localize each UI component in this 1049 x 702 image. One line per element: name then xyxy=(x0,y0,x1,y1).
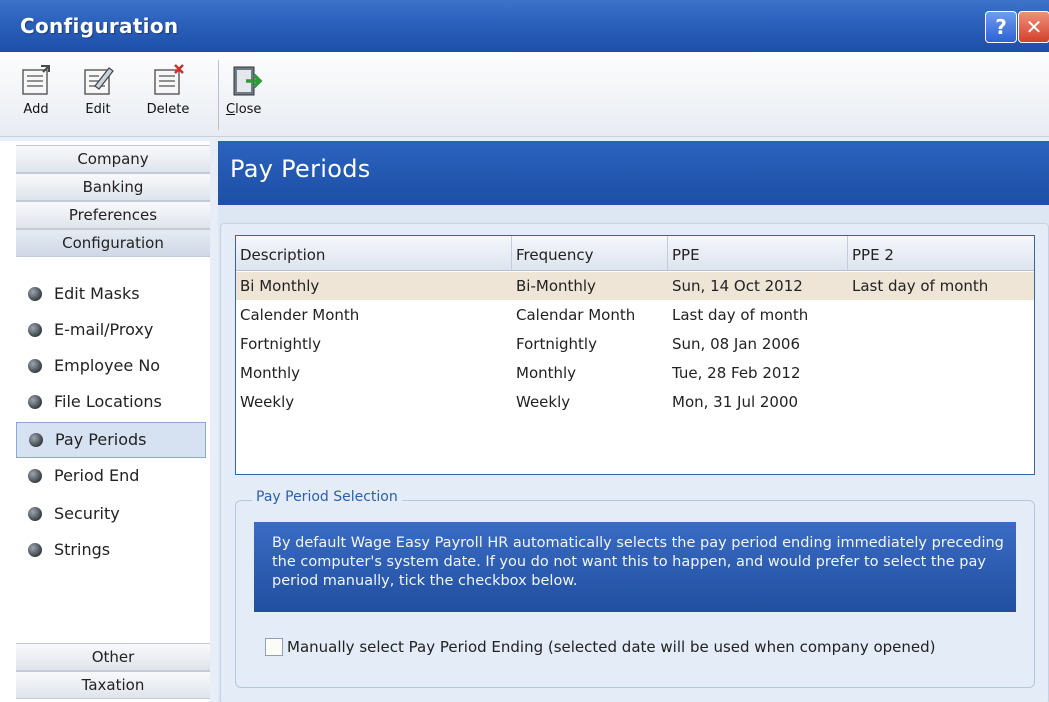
manual-select-checkbox[interactable] xyxy=(265,638,283,656)
nav-item-edit-masks[interactable]: Edit Masks xyxy=(16,277,204,311)
bullet-icon xyxy=(28,287,42,301)
cell-ppe-2: Last day of month xyxy=(852,277,989,295)
nav-item-pay-periods[interactable]: Pay Periods xyxy=(16,422,206,458)
bullet-icon xyxy=(28,323,42,337)
nav-item-strings[interactable]: Strings xyxy=(16,533,204,567)
bullet-icon xyxy=(28,543,42,557)
bullet-icon xyxy=(28,469,42,483)
nav-header-company[interactable]: Company xyxy=(16,145,210,173)
cell-description: Bi Monthly xyxy=(240,277,320,295)
cell-frequency: Calendar Month xyxy=(516,306,636,324)
cell-ppe-2 xyxy=(848,359,1038,387)
exit-door-icon xyxy=(233,66,263,96)
nav-item-label: Employee No xyxy=(54,356,161,375)
table-row[interactable]: Calender Month Calendar Month Last day o… xyxy=(236,301,1034,329)
cell-description: Weekly xyxy=(240,393,295,411)
nav-item-label: File Locations xyxy=(54,392,162,411)
cell-ppe-2 xyxy=(848,388,1038,416)
column-header-ppe[interactable]: PPE xyxy=(668,236,848,270)
cell-ppe: Sun, 08 Jan 2006 xyxy=(672,335,800,353)
page-title: Pay Periods xyxy=(230,155,371,183)
nav-header-configuration[interactable]: Configuration xyxy=(16,229,210,257)
cell-description: Fortnightly xyxy=(240,335,321,353)
edit-label: Edit xyxy=(85,102,111,117)
nav-header-taxation[interactable]: Taxation xyxy=(16,671,210,699)
checkbox-label[interactable]: Manually select Pay Period Ending (selec… xyxy=(287,638,936,656)
cell-ppe: Sun, 14 Oct 2012 xyxy=(672,277,803,295)
add-button[interactable]: Add xyxy=(12,56,60,117)
cell-description: Monthly xyxy=(240,364,301,382)
cell-frequency: Bi-Monthly xyxy=(516,277,596,295)
cell-ppe: Mon, 31 Jul 2000 xyxy=(672,393,799,411)
nav-item-employee-no[interactable]: Employee No xyxy=(16,349,204,383)
cell-frequency: Fortnightly xyxy=(516,335,597,353)
nav-item-label: E-mail/Proxy xyxy=(54,320,154,339)
main-header: Pay Periods xyxy=(218,141,1049,205)
bullet-icon xyxy=(28,395,42,409)
nav-item-email-proxy[interactable]: E-mail/Proxy xyxy=(16,313,204,347)
bullet-icon xyxy=(28,359,42,373)
delete-document-icon xyxy=(154,64,184,95)
delete-button[interactable]: Delete xyxy=(138,56,198,117)
window-title: Configuration xyxy=(20,14,179,38)
nav-item-period-end[interactable]: Period End xyxy=(16,459,204,493)
nav-header-banking[interactable]: Banking xyxy=(16,173,210,201)
title-bar[interactable]: Configuration ? ✕ xyxy=(0,0,1049,52)
edit-document-icon xyxy=(84,67,114,95)
add-document-icon xyxy=(22,65,50,95)
edit-button[interactable]: Edit xyxy=(76,56,120,117)
help-button[interactable]: ? xyxy=(985,11,1017,43)
toolbar-separator xyxy=(218,60,219,130)
bullet-icon xyxy=(28,507,42,521)
nav-header-other[interactable]: Other xyxy=(16,643,210,671)
nav-item-file-locations[interactable]: File Locations xyxy=(16,385,204,419)
table-row[interactable]: Weekly Weekly Mon, 31 Jul 2000 xyxy=(236,388,1034,416)
delete-label: Delete xyxy=(146,102,190,117)
close-button[interactable]: Close xyxy=(226,56,276,117)
nav-item-security[interactable]: Security xyxy=(16,497,204,531)
column-header-frequency[interactable]: Frequency xyxy=(512,236,668,270)
cell-ppe: Tue, 28 Feb 2012 xyxy=(672,364,801,382)
nav-header-preferences[interactable]: Preferences xyxy=(16,201,210,229)
cell-ppe: Last day of month xyxy=(672,306,809,324)
cell-frequency: Monthly xyxy=(516,364,577,382)
bullet-icon xyxy=(29,433,43,447)
cell-ppe-2 xyxy=(848,301,1038,329)
nav-item-label: Edit Masks xyxy=(54,284,140,303)
group-title: Pay Period Selection xyxy=(252,489,402,505)
close-label: Close xyxy=(226,102,262,117)
pay-periods-list[interactable]: Description Frequency PPE PPE 2 Bi Month… xyxy=(235,235,1035,475)
info-message: By default Wage Easy Payroll HR automati… xyxy=(254,522,1016,612)
cell-frequency: Weekly xyxy=(516,393,571,411)
nav-item-label: Period End xyxy=(54,466,140,485)
toolbar: Add Edit Delete Close xyxy=(0,52,1049,137)
table-row[interactable]: Monthly Monthly Tue, 28 Feb 2012 xyxy=(236,359,1034,387)
column-header-ppe-2[interactable]: PPE 2 xyxy=(848,236,1034,270)
add-label: Add xyxy=(23,102,49,117)
window-close-button[interactable]: ✕ xyxy=(1018,11,1049,43)
cell-description: Calender Month xyxy=(240,306,360,324)
cell-ppe-2 xyxy=(848,330,1038,358)
configuration-window: Configuration ? ✕ Add Edit Delete Close … xyxy=(0,0,1049,702)
column-header-description[interactable]: Description xyxy=(236,236,512,270)
table-row[interactable]: Fortnightly Fortnightly Sun, 08 Jan 2006 xyxy=(236,330,1034,358)
nav-item-label: Strings xyxy=(54,540,111,559)
list-header: Description Frequency PPE PPE 2 xyxy=(236,236,1034,271)
nav-item-label: Pay Periods xyxy=(55,430,147,449)
table-row[interactable]: Bi Monthly Bi-Monthly Sun, 14 Oct 2012 L… xyxy=(236,272,1034,300)
nav-item-label: Security xyxy=(54,504,120,523)
left-navigation: Company Banking Preferences Configuratio… xyxy=(0,141,210,702)
